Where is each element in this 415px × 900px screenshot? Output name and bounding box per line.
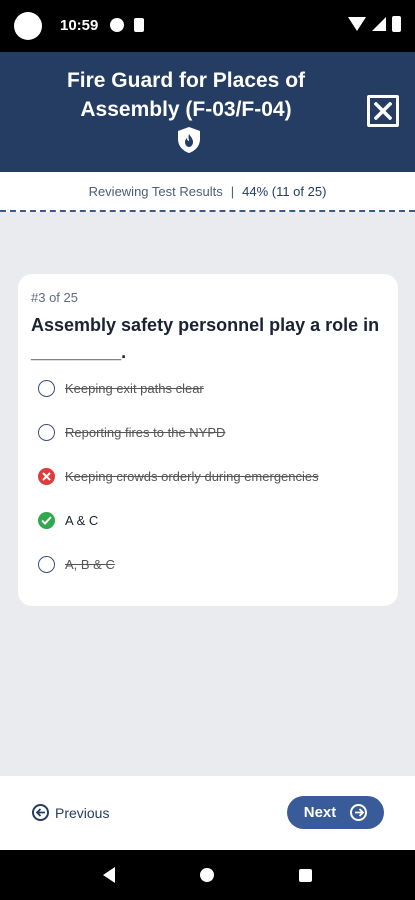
answer-option-e[interactable]: A, B & C	[38, 552, 115, 576]
recent-apps-icon[interactable]	[299, 868, 313, 882]
page-title: Fire Guard for Places of Assembly (F-03/…	[66, 69, 306, 121]
question-text: Assembly safety personnel play a role in…	[31, 315, 380, 362]
previous-label: Previous	[55, 804, 110, 821]
notification-icon	[110, 18, 124, 32]
back-icon[interactable]	[102, 867, 115, 883]
answer-option-b[interactable]: Reporting fires to the NYPD	[38, 420, 225, 444]
home-icon[interactable]	[199, 868, 214, 882]
radio-icon	[38, 423, 55, 441]
radio-icon	[38, 379, 55, 397]
results-progress: Reviewing Test Results | 44% (11 of 25)	[0, 172, 415, 212]
next-button[interactable]: Next	[287, 796, 384, 829]
option-label: A & C	[65, 512, 99, 528]
option-label: Reporting fires to the NYPD	[65, 424, 226, 440]
progress-label: Reviewing Test Results	[88, 183, 223, 199]
arrow-right-circle-icon	[350, 804, 368, 821]
fire-shield-icon	[178, 127, 200, 153]
answer-option-d[interactable]: A & C	[38, 508, 98, 532]
option-label: Keeping exit paths clear	[65, 380, 204, 396]
wrong-x-icon	[38, 467, 55, 485]
arrow-left-circle-icon	[32, 804, 49, 821]
answer-option-a[interactable]: Keeping exit paths clear	[38, 376, 204, 400]
progress-separator: |	[230, 183, 235, 199]
correct-check-icon	[38, 511, 55, 529]
system-nav-bar	[0, 850, 415, 900]
battery-icon	[392, 16, 401, 32]
progress-score: 44% (11 of 25)	[242, 183, 327, 199]
answer-option-c[interactable]: Keeping crowds orderly during emergencie…	[38, 464, 319, 488]
status-bar: 10:59	[0, 0, 415, 52]
sd-card-icon	[134, 18, 144, 32]
previous-button[interactable]: Previous	[32, 804, 109, 821]
next-label: Next	[303, 804, 337, 821]
status-camera-dot	[14, 12, 42, 40]
footer-nav: Previous Next	[0, 776, 415, 850]
question-card: #3 of 25 Assembly safety personnel play …	[18, 274, 398, 606]
question-number: #3 of 25	[31, 290, 78, 305]
wifi-icon	[348, 17, 366, 31]
close-button[interactable]	[367, 95, 399, 127]
close-icon	[374, 102, 392, 120]
radio-icon	[38, 555, 55, 573]
status-time: 10:59	[60, 17, 99, 34]
signal-icon	[372, 17, 386, 31]
option-label: A, B & C	[65, 556, 115, 572]
app-header: Fire Guard for Places of Assembly (F-03/…	[0, 52, 415, 172]
status-indicators	[348, 16, 401, 32]
option-label: Keeping crowds orderly during emergencie…	[65, 468, 319, 484]
